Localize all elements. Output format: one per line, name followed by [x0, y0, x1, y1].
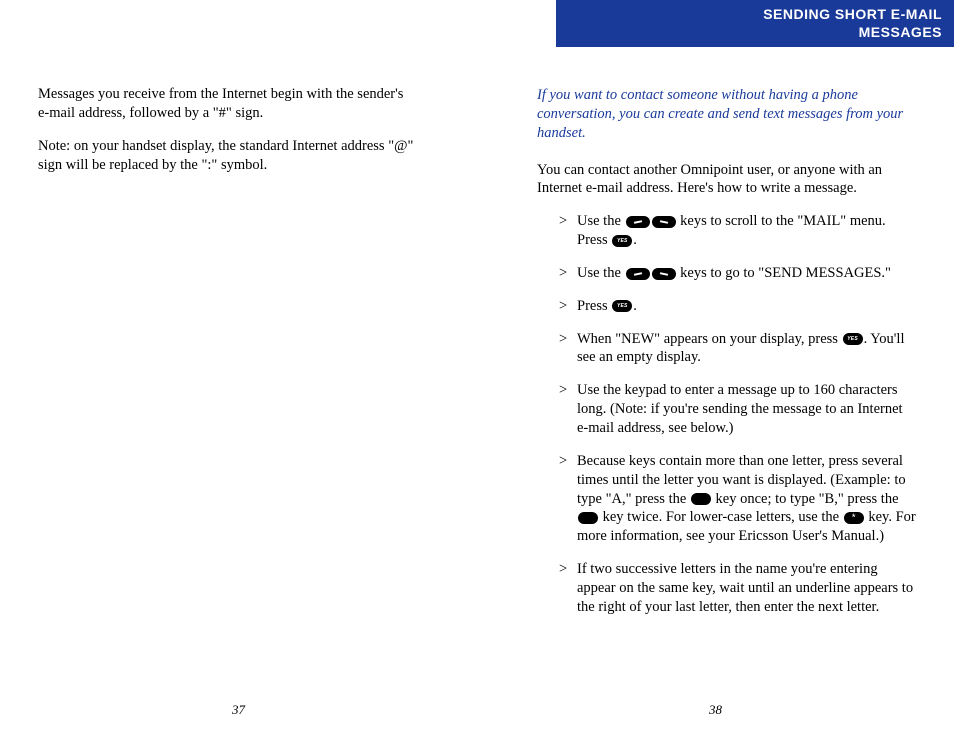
arrow-right-key-icon [652, 216, 676, 228]
header-line-1: SENDING SHORT E-MAIL [568, 6, 942, 24]
left-para-2: Note: on your handset display, the stand… [38, 137, 417, 175]
yes-key-icon [612, 300, 632, 312]
section-header: SENDING SHORT E-MAIL MESSAGES [556, 0, 954, 47]
step-6: Because keys contain more than one lette… [563, 452, 916, 546]
step-4: When "NEW" appears on your display, pres… [563, 330, 916, 368]
right-para-1: You can contact another Omnipoint user, … [537, 161, 916, 199]
yes-key-icon [843, 333, 863, 345]
step-1: Use the keys to scroll to the "MAIL" men… [563, 212, 916, 250]
step-list: Use the keys to scroll to the "MAIL" men… [537, 212, 916, 616]
step-5: Use the keypad to enter a message up to … [563, 381, 916, 438]
star-key-icon [844, 512, 864, 524]
blank-key-icon [691, 493, 711, 505]
right-page: SENDING SHORT E-MAIL MESSAGES If you wan… [477, 0, 954, 742]
left-para-1: Messages you receive from the Internet b… [38, 85, 417, 123]
step-2: Use the keys to go to "SEND MESSAGES." [563, 264, 916, 283]
page-number-left: 37 [232, 702, 245, 718]
step-3: Press . [563, 297, 916, 316]
page-number-right: 38 [709, 702, 722, 718]
blank-key-icon [578, 512, 598, 524]
arrow-right-key-icon [652, 268, 676, 280]
intro-paragraph: If you want to contact someone without h… [537, 86, 916, 143]
yes-key-icon [612, 235, 632, 247]
arrow-left-key-icon [626, 216, 650, 228]
header-line-2: MESSAGES [568, 24, 942, 42]
step-7: If two successive letters in the name yo… [563, 560, 916, 617]
arrow-left-key-icon [626, 268, 650, 280]
left-page: Messages you receive from the Internet b… [0, 0, 477, 742]
